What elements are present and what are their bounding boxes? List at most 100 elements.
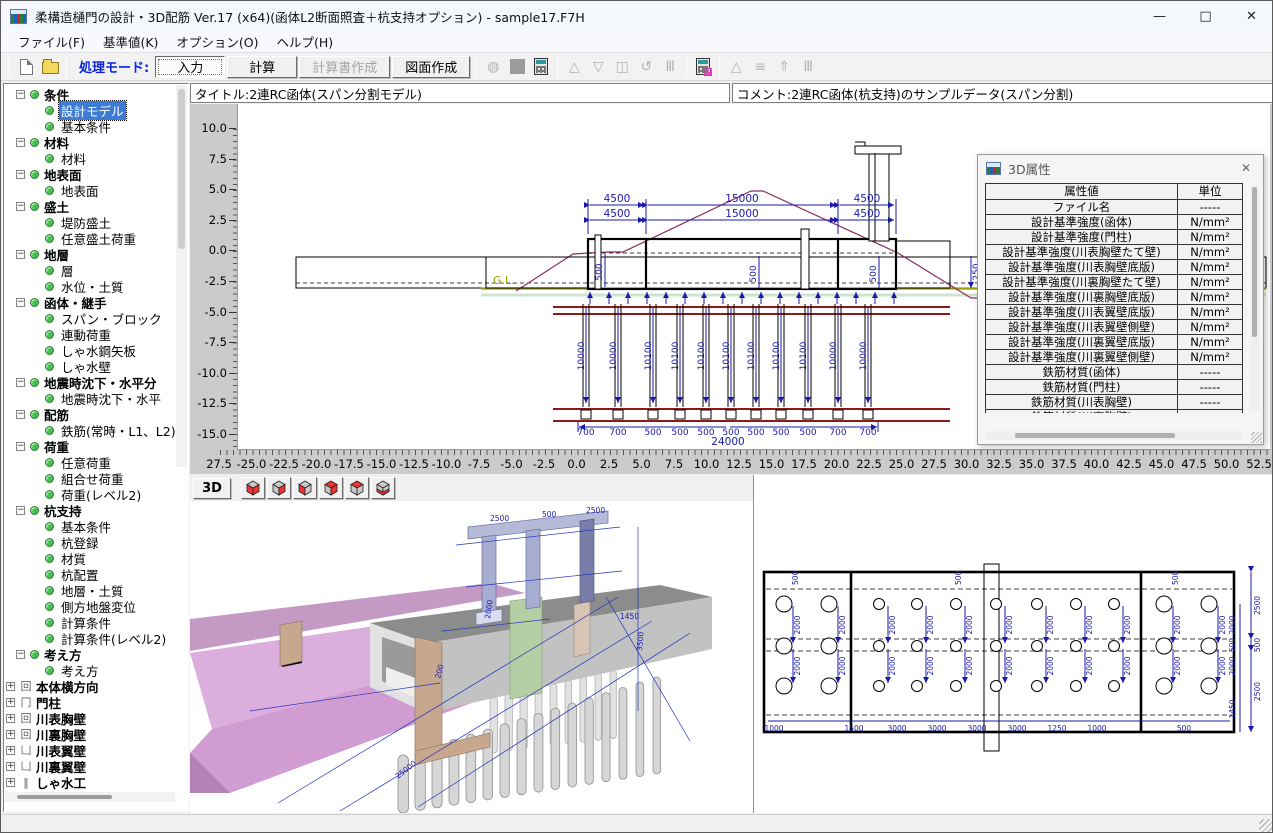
tree-item-label: 地震時沈下・水平 bbox=[59, 389, 163, 408]
collapse-icon[interactable]: − bbox=[16, 202, 25, 211]
prop-row[interactable]: 設計基準強度(川裏翼壁側壁)N/mm² bbox=[985, 350, 1243, 365]
menu-item[interactable]: ヘルプ(H) bbox=[268, 30, 343, 53]
tree-item-collapsed[interactable]: +冂門柱 bbox=[4, 694, 176, 710]
tree-item-collapsed[interactable]: +回川裏胸壁 bbox=[4, 726, 176, 742]
prop-row[interactable]: 設計基準強度(川裏胸壁たて壁)N/mm² bbox=[985, 275, 1243, 290]
pile-calc-button[interactable]: P bbox=[692, 56, 714, 78]
view-cube-back-button[interactable] bbox=[319, 477, 343, 499]
levels-icon[interactable]: ≡ bbox=[749, 56, 771, 78]
menu-item[interactable]: オプション(O) bbox=[167, 30, 267, 53]
dialog-vertical-scrollbar[interactable] bbox=[1250, 185, 1259, 411]
dialog-horizontal-scrollbar[interactable] bbox=[985, 431, 1243, 440]
collapse-icon[interactable]: − bbox=[16, 90, 25, 99]
elevation-view[interactable]: G.L. bbox=[190, 104, 1273, 474]
prop-row[interactable]: 鉄筋材質(門柱)----- bbox=[985, 380, 1243, 395]
menu-item[interactable]: 基準値(K) bbox=[94, 30, 167, 53]
dialog-resize-grip[interactable] bbox=[1251, 432, 1262, 443]
collapse-icon[interactable]: − bbox=[16, 410, 25, 419]
filter-icon[interactable]: ▽ bbox=[587, 56, 609, 78]
collapse-icon[interactable]: − bbox=[16, 378, 25, 387]
preview-button[interactable]: ◍ bbox=[482, 56, 504, 78]
maximize-button[interactable]: □ bbox=[1183, 1, 1228, 31]
mode-button[interactable]: 計算書作成 bbox=[299, 56, 390, 78]
menubar: ファイル(F)基準値(K)オプション(O)ヘルプ(H) bbox=[1, 31, 1273, 53]
perspective-3d-view[interactable]: 2500 500 2500 200 3500 1450 25000 2000 bbox=[190, 501, 753, 813]
open-file-button[interactable] bbox=[39, 56, 61, 78]
rotate-icon[interactable]: ↺ bbox=[635, 56, 657, 78]
tree-item[interactable]: 鉄筋(常時・L1、L2) bbox=[4, 422, 176, 438]
columns2-icon[interactable]: Ⅲ bbox=[797, 56, 819, 78]
expand-icon[interactable]: + bbox=[6, 730, 15, 739]
prop-row[interactable]: 設計基準強度(川裏翼壁底版)N/mm² bbox=[985, 335, 1243, 350]
tree-item[interactable]: 材料 bbox=[4, 150, 176, 166]
view-cube-top-button[interactable] bbox=[345, 477, 369, 499]
expand-icon[interactable]: + bbox=[6, 714, 15, 723]
prop-row[interactable]: 設計基準強度(川裏胸壁底版)N/mm² bbox=[985, 290, 1243, 305]
collapse-icon[interactable]: − bbox=[16, 442, 25, 451]
expand-icon[interactable]: + bbox=[6, 698, 15, 707]
x-tick-label: -10.0 bbox=[432, 457, 462, 471]
tree-item[interactable]: 基本条件 bbox=[4, 118, 176, 134]
tree-horizontal-scrollbar[interactable] bbox=[5, 792, 175, 802]
collapse-icon[interactable]: − bbox=[16, 650, 25, 659]
panel-divider[interactable] bbox=[753, 475, 754, 813]
prop-row[interactable]: 設計基準強度(川表翼壁側壁)N/mm² bbox=[985, 320, 1243, 335]
props-dialog[interactable]: 3D属性 ✕ 属性値 単位 ファイル名-----設計基準強度(函体)N/mm²設… bbox=[977, 154, 1264, 445]
view-cube-front-button[interactable] bbox=[241, 477, 265, 499]
view-cube-left-button[interactable] bbox=[293, 477, 317, 499]
export-report-icon[interactable]: ⇑ bbox=[773, 56, 795, 78]
prop-row[interactable]: 設計基準強度(川表胸壁底版)N/mm² bbox=[985, 260, 1243, 275]
calc-button[interactable] bbox=[530, 56, 552, 78]
tree-item[interactable]: 地表面 bbox=[4, 182, 176, 198]
tree-item-collapsed[interactable]: +回川表胸壁 bbox=[4, 710, 176, 726]
mode-button[interactable]: 計算 bbox=[227, 56, 297, 78]
tree-item-collapsed[interactable]: +凵川表翼壁 bbox=[4, 742, 176, 758]
collapse-icon[interactable]: − bbox=[16, 298, 25, 307]
tree-item-collapsed[interactable]: +回本体横方向 bbox=[4, 678, 176, 694]
prop-row[interactable]: 設計基準強度(門柱)N/mm² bbox=[985, 230, 1243, 245]
collapse-icon[interactable]: − bbox=[16, 506, 25, 515]
view3d-button[interactable]: 3D bbox=[193, 478, 231, 499]
collapse-icon[interactable]: − bbox=[16, 170, 25, 179]
prop-row[interactable]: 設計基準強度(川表翼壁底版)N/mm² bbox=[985, 305, 1243, 320]
tree-item[interactable]: 任意盛土荷重 bbox=[4, 230, 176, 246]
prop-row[interactable]: ファイル名----- bbox=[985, 200, 1243, 215]
mode-button[interactable]: 入力 bbox=[155, 56, 225, 78]
section-icon[interactable]: ◫ bbox=[611, 56, 633, 78]
prop-row[interactable]: 設計基準強度(函体)N/mm² bbox=[985, 215, 1243, 230]
prop-row[interactable]: 鉄筋材質(川裏胸壁)----- bbox=[985, 410, 1243, 413]
prop-row[interactable]: 鉄筋材質(川表胸壁)----- bbox=[985, 395, 1243, 410]
expand-icon[interactable]: + bbox=[6, 682, 15, 691]
view-cube-right-button[interactable] bbox=[267, 477, 291, 499]
slope-icon[interactable]: △ bbox=[725, 56, 747, 78]
tree-item[interactable]: 荷重(レベル2) bbox=[4, 486, 176, 502]
prop-row[interactable]: 鉄筋材質(函体)----- bbox=[985, 365, 1243, 380]
prop-row[interactable]: 設計基準強度(川表胸壁たて壁)N/mm² bbox=[985, 245, 1243, 260]
close-button[interactable]: ✕ bbox=[1229, 1, 1273, 31]
columns-icon[interactable]: Ⅲ bbox=[659, 56, 681, 78]
tree-item-collapsed[interactable]: +凵川裏翼壁 bbox=[4, 758, 176, 774]
tree-vertical-scrollbar[interactable] bbox=[176, 85, 187, 467]
menu-item[interactable]: ファイル(F) bbox=[9, 30, 94, 53]
tree-group[interactable]: −材料 bbox=[4, 134, 176, 150]
tree-item[interactable]: 杭登録 bbox=[4, 534, 176, 550]
expand-icon[interactable]: + bbox=[6, 778, 15, 787]
collapse-icon[interactable]: − bbox=[16, 250, 25, 259]
collapse-icon[interactable]: − bbox=[16, 138, 25, 147]
view-cube-bottom-button[interactable] bbox=[371, 477, 395, 499]
tree-group[interactable]: −地層 bbox=[4, 246, 176, 262]
mode-button[interactable]: 図面作成 bbox=[392, 56, 470, 78]
minimize-button[interactable]: — bbox=[1137, 1, 1182, 31]
new-file-button[interactable] bbox=[15, 56, 37, 78]
stop-button[interactable] bbox=[506, 56, 528, 78]
window-resize-grip[interactable] bbox=[1259, 819, 1272, 832]
tree-item[interactable]: 計算条件(レベル2) bbox=[4, 630, 176, 646]
expand-icon[interactable]: + bbox=[6, 746, 15, 755]
pile-plan-view[interactable]: 2000200020002000200020002000200020002000… bbox=[754, 475, 1273, 813]
measure-icon[interactable]: △ bbox=[563, 56, 585, 78]
expand-icon[interactable]: + bbox=[6, 762, 15, 771]
props-dialog-titlebar[interactable]: 3D属性 bbox=[978, 155, 1263, 181]
tree-item-collapsed[interactable]: +‖しゃ水工 bbox=[4, 774, 176, 790]
dialog-close-icon[interactable]: ✕ bbox=[1237, 159, 1255, 177]
tree-item[interactable]: 地震時沈下・水平 bbox=[4, 390, 176, 406]
